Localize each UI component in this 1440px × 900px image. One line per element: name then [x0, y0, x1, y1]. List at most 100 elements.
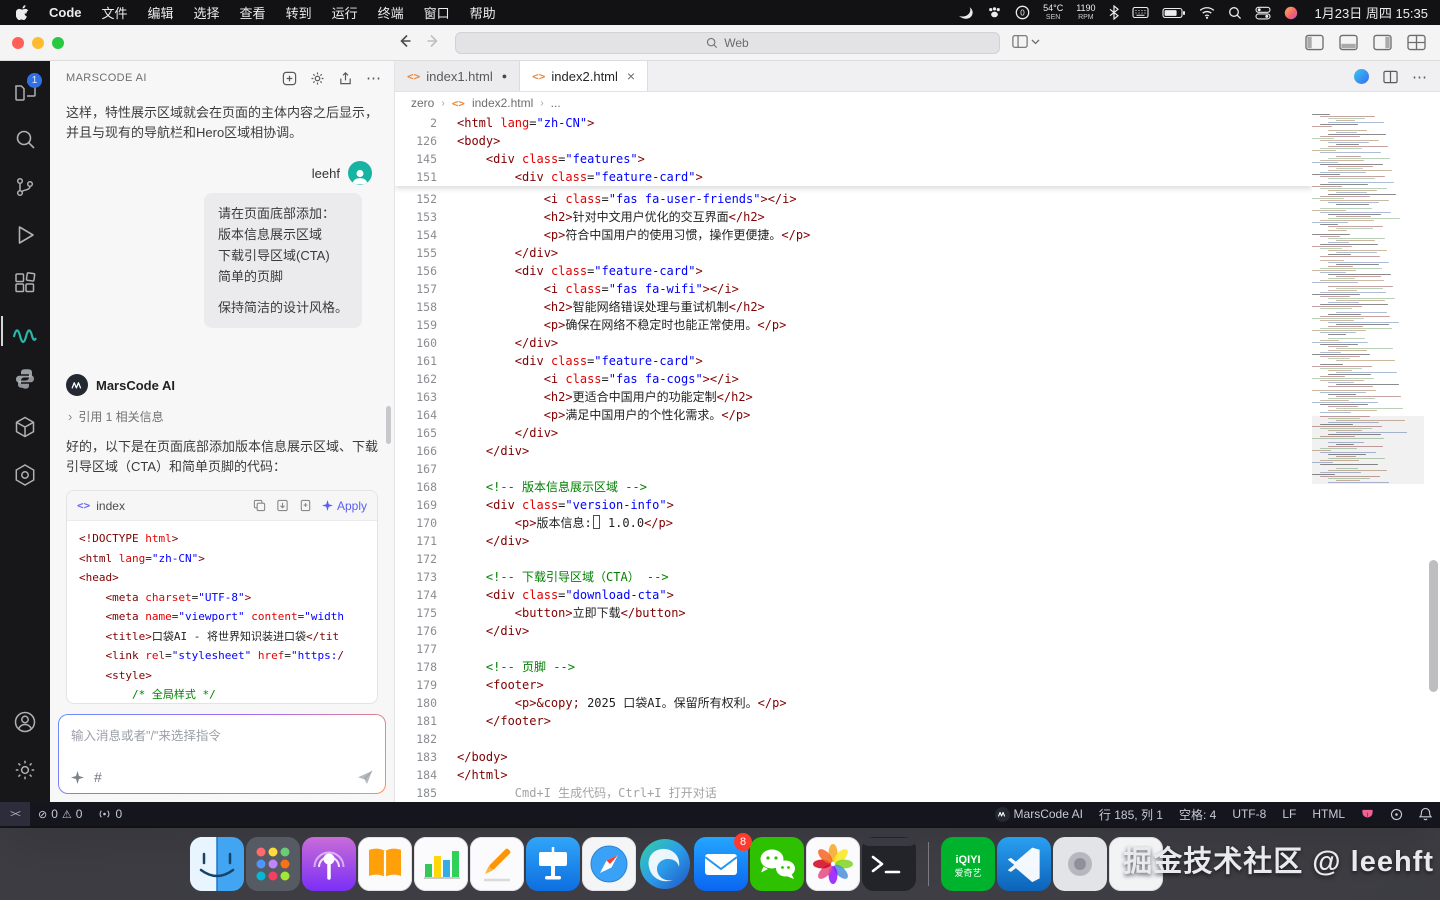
- close-tab-icon[interactable]: ×: [627, 68, 635, 84]
- dock-app-photos[interactable]: [806, 837, 860, 891]
- activitybar-hexagon-ext-icon[interactable]: [1, 451, 49, 499]
- keyboard-input-icon[interactable]: [1132, 6, 1149, 19]
- topic-hash-icon[interactable]: #: [94, 769, 102, 785]
- menubar-item-查看[interactable]: 查看: [230, 3, 276, 22]
- spotlight-search-icon[interactable]: [1228, 6, 1242, 20]
- code-line-185[interactable]: 185 Cmd+I 生成代码，Ctrl+I 打开对话: [395, 784, 1312, 802]
- code-line-168[interactable]: 168 <!-- 版本信息展示区域 -->: [395, 478, 1312, 496]
- eol-setting[interactable]: LF: [1274, 802, 1304, 826]
- code-line-160[interactable]: 160 </div>: [395, 334, 1312, 352]
- dock-app-vscode[interactable]: [997, 837, 1051, 891]
- menubar-item-帮助[interactable]: 帮助: [460, 3, 506, 22]
- dock-app-terminal[interactable]: [862, 837, 916, 891]
- menubar-item-运行[interactable]: 运行: [322, 3, 368, 22]
- code-line-162[interactable]: 162 <i class="fas fa-cogs"></i>: [395, 370, 1312, 388]
- menubar-datetime[interactable]: 1月23日 周四 15:35: [1315, 3, 1428, 22]
- toggle-secondary-sidebar-icon[interactable]: [1373, 34, 1392, 51]
- dock-app-wechat[interactable]: [750, 837, 804, 891]
- swift-bird-icon[interactable]: [958, 6, 974, 19]
- dock-app-books[interactable]: [358, 837, 412, 891]
- tongue-extension-icon[interactable]: [1353, 802, 1382, 826]
- code-line-175[interactable]: 175 <button>立即下载</button>: [395, 604, 1312, 622]
- navigate-back-icon[interactable]: [397, 33, 413, 49]
- language-mode[interactable]: HTML: [1304, 802, 1353, 826]
- split-editor-icon[interactable]: [1383, 70, 1398, 84]
- code-line-157[interactable]: 157 <i class="fas fa-wifi"></i>: [395, 280, 1312, 298]
- code-line-181[interactable]: 181 </footer>: [395, 712, 1312, 730]
- chat-settings-gear-icon[interactable]: [310, 71, 325, 86]
- code-line-152[interactable]: 152 <i class="fas fa-user-friends"></i>: [395, 190, 1312, 208]
- breadcrumb-more[interactable]: ...: [551, 96, 561, 110]
- menubar-item-终端[interactable]: 终端: [368, 3, 414, 22]
- editor-tab-index2.html[interactable]: <>index2.html×: [520, 61, 648, 91]
- zero-badge-icon[interactable]: 0: [1015, 5, 1030, 20]
- copy-code-icon[interactable]: [253, 499, 266, 512]
- breadcrumb-file[interactable]: index2.html: [472, 96, 533, 110]
- insert-code-icon[interactable]: [276, 499, 289, 512]
- code-line-167[interactable]: 167: [395, 460, 1312, 478]
- activitybar-source-control-icon[interactable]: [1, 163, 49, 211]
- code-line-182[interactable]: 182: [395, 730, 1312, 748]
- code-line-177[interactable]: 177: [395, 640, 1312, 658]
- share-chat-icon[interactable]: [338, 71, 353, 86]
- more-actions-icon[interactable]: ⋯: [366, 69, 382, 87]
- dock-app-pages[interactable]: [470, 837, 524, 891]
- dock-app-finder[interactable]: [190, 837, 244, 891]
- code-line-183[interactable]: 183</body>: [395, 748, 1312, 766]
- chat-input[interactable]: 输入消息或者"/"来选择指令 #: [58, 714, 386, 794]
- menubar-item-转到[interactable]: 转到: [276, 3, 322, 22]
- activitybar-marscode-icon[interactable]: [1, 307, 49, 355]
- minimap-slider[interactable]: [1312, 416, 1424, 484]
- menubar-item-选择[interactable]: 选择: [184, 3, 230, 22]
- minimize-window-button[interactable]: [32, 37, 44, 49]
- dock-app-podcasts[interactable]: [302, 837, 356, 891]
- code-line-170[interactable]: 170 <p>版本信息: 1.0.0</p>: [395, 514, 1312, 532]
- apple-menu-icon[interactable]: [0, 5, 39, 21]
- code-line-126[interactable]: 126<body>: [395, 132, 1312, 150]
- breadcrumb-folder[interactable]: zero: [411, 96, 434, 110]
- activitybar-run-debug-icon[interactable]: [1, 211, 49, 259]
- modified-dot-icon[interactable]: ●: [502, 71, 507, 81]
- notifications-bell-icon[interactable]: [1411, 802, 1440, 826]
- code-line-154[interactable]: 154 <p>符合中国用户的使用习惯，操作更便捷。</p>: [395, 226, 1312, 244]
- indentation-setting[interactable]: 空格: 4: [1171, 802, 1224, 826]
- activitybar-python-icon[interactable]: [1, 355, 49, 403]
- dock-app-safari[interactable]: [582, 837, 636, 891]
- code-line-174[interactable]: 174 <div class="download-cta">: [395, 586, 1312, 604]
- wifi-icon[interactable]: [1199, 6, 1215, 19]
- layout-dropdown[interactable]: [1012, 34, 1040, 49]
- code-line-180[interactable]: 180 <p>&copy; 2025 口袋AI。保留所有权利。</p>: [395, 694, 1312, 712]
- control-center-icon[interactable]: [1255, 6, 1271, 20]
- sidebar-scrollbar[interactable]: [386, 406, 391, 444]
- marscode-status[interactable]: MarsCode AI: [987, 802, 1091, 826]
- toggle-panel-icon[interactable]: [1339, 34, 1358, 51]
- code-line-151[interactable]: 151 <div class="feature-card">: [395, 168, 1312, 186]
- code-line-163[interactable]: 163 <h2>更适合中国用户的功能定制</h2>: [395, 388, 1312, 406]
- dock-app-keynote[interactable]: [526, 837, 580, 891]
- code-line-156[interactable]: 156 <div class="feature-card">: [395, 262, 1312, 280]
- activitybar-settings-icon[interactable]: [1, 746, 49, 794]
- code-line-165[interactable]: 165 </div>: [395, 424, 1312, 442]
- code-line-164[interactable]: 164 <p>满足中国用户的个性化需求。</p>: [395, 406, 1312, 424]
- code-line-166[interactable]: 166 </div>: [395, 442, 1312, 460]
- code-line-153[interactable]: 153 <h2>针对中文用户优化的交互界面</h2>: [395, 208, 1312, 226]
- remote-indicator[interactable]: ><: [0, 802, 30, 826]
- menubar-app-name[interactable]: Code: [39, 5, 92, 20]
- code-line-2[interactable]: 2<html lang="zh-CN">: [395, 114, 1312, 132]
- new-chat-icon[interactable]: [282, 71, 297, 86]
- activitybar-search-icon[interactable]: [1, 115, 49, 163]
- apply-code-button[interactable]: Apply: [322, 499, 367, 513]
- activitybar-account-icon[interactable]: [1, 698, 49, 746]
- code-line-159[interactable]: 159 <p>确保在网络不稳定时也能正常使用。</p>: [395, 316, 1312, 334]
- bluetooth-icon[interactable]: [1109, 5, 1119, 20]
- customize-layout-icon[interactable]: [1407, 34, 1426, 51]
- activitybar-docker-icon[interactable]: [1, 403, 49, 451]
- feedback-icon[interactable]: [1382, 802, 1411, 826]
- code-line-171[interactable]: 171 </div>: [395, 532, 1312, 550]
- zoom-window-button[interactable]: [52, 37, 64, 49]
- toggle-primary-sidebar-icon[interactable]: [1305, 34, 1324, 51]
- reference-toggle[interactable]: › 引用 1 相关信息: [68, 408, 378, 425]
- dock-app-launchpad[interactable]: [246, 837, 300, 891]
- code-line-184[interactable]: 184</html>: [395, 766, 1312, 784]
- problems-indicator[interactable]: ⊘ 0 ⚠︎ 0: [30, 802, 90, 826]
